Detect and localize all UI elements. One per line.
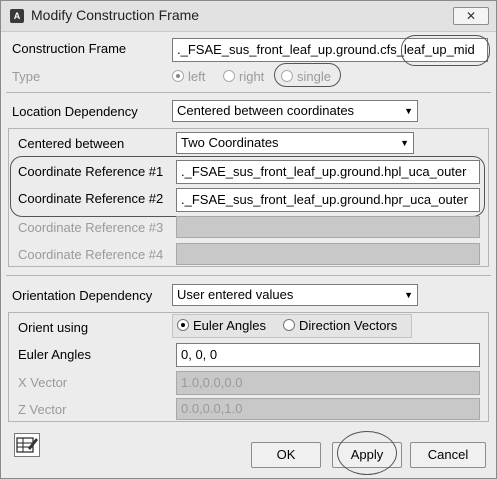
chevron-down-icon: ▼ [400,138,409,148]
x-vector-field: 1.0,0.0,0.0 [176,371,480,395]
cancel-button[interactable]: Cancel [410,442,486,468]
centered-between-label: Centered between [18,136,125,151]
x-vector-label: X Vector [18,375,68,390]
centered-between-dropdown[interactable]: Two Coordinates ▼ [176,132,414,154]
apply-button[interactable]: Apply [332,442,402,468]
orient-using-label: Orient using [18,320,89,335]
location-dependency-dropdown[interactable]: Centered between coordinates ▼ [172,100,418,122]
type-radio-right[interactable]: right [223,69,264,84]
orient-radio-direction[interactable]: Direction Vectors [283,318,397,333]
orientation-dependency-value: User entered values [177,287,294,302]
coordinate-ref-4-label: Coordinate Reference #4 [18,247,164,262]
radio-euler-icon [177,319,189,331]
divider [6,275,491,276]
type-option-single: single [297,69,331,84]
coordinate-ref-2-field[interactable]: ._FSAE_sus_front_leaf_up.ground.hpr_uca_… [176,188,480,212]
euler-angles-label: Euler Angles [18,347,91,362]
orientation-dependency-label: Orientation Dependency [12,288,153,303]
radio-direction-icon [283,319,295,331]
radio-left-icon [172,70,184,82]
radio-right-icon [223,70,235,82]
chevron-down-icon: ▼ [404,290,413,300]
coordinate-ref-3-label: Coordinate Reference #3 [18,220,164,235]
centered-between-value: Two Coordinates [181,135,279,150]
type-option-right: right [239,69,265,84]
coordinate-ref-3-field [176,216,480,238]
orient-option-direction: Direction Vectors [299,318,398,333]
coordinate-ref-1-label: Coordinate Reference #1 [18,164,164,179]
orient-radio-euler[interactable]: Euler Angles [177,318,266,333]
coordinate-ref-2-label: Coordinate Reference #2 [18,191,164,206]
z-vector-label: Z Vector [18,402,67,417]
type-radio-single[interactable]: single [281,69,331,84]
chevron-down-icon: ▼ [404,106,413,116]
z-vector-field: 0.0,0.0,1.0 [176,398,480,420]
close-button[interactable]: ✕ [453,7,489,25]
location-dependency-label: Location Dependency [12,104,138,119]
type-radio-left[interactable]: left [172,69,205,84]
window-title: Modify Construction Frame [31,7,200,23]
radio-single-icon [281,70,293,82]
type-label: Type [12,69,41,84]
edit-table-icon[interactable] [14,433,40,457]
type-option-left: left [188,69,206,84]
app-icon: A [10,9,24,23]
construction-frame-label: Construction Frame [12,41,127,56]
euler-angles-field[interactable]: 0, 0, 0 [176,343,480,367]
orient-option-euler: Euler Angles [193,318,266,333]
coordinate-ref-1-field[interactable]: ._FSAE_sus_front_leaf_up.ground.hpl_uca_… [176,160,480,184]
location-dependency-value: Centered between coordinates [177,103,355,118]
coordinate-ref-4-field [176,243,480,265]
ok-button[interactable]: OK [251,442,321,468]
title-bar[interactable]: A Modify Construction Frame ✕ [1,1,496,32]
edit-table-icon-graphic [16,437,38,453]
orientation-dependency-dropdown[interactable]: User entered values ▼ [172,284,418,306]
divider [6,92,491,93]
dialog-window: A Modify Construction Frame ✕ Constructi… [0,0,497,479]
construction-frame-field[interactable]: ._FSAE_sus_front_leaf_up.ground.cfs_leaf… [172,38,488,62]
